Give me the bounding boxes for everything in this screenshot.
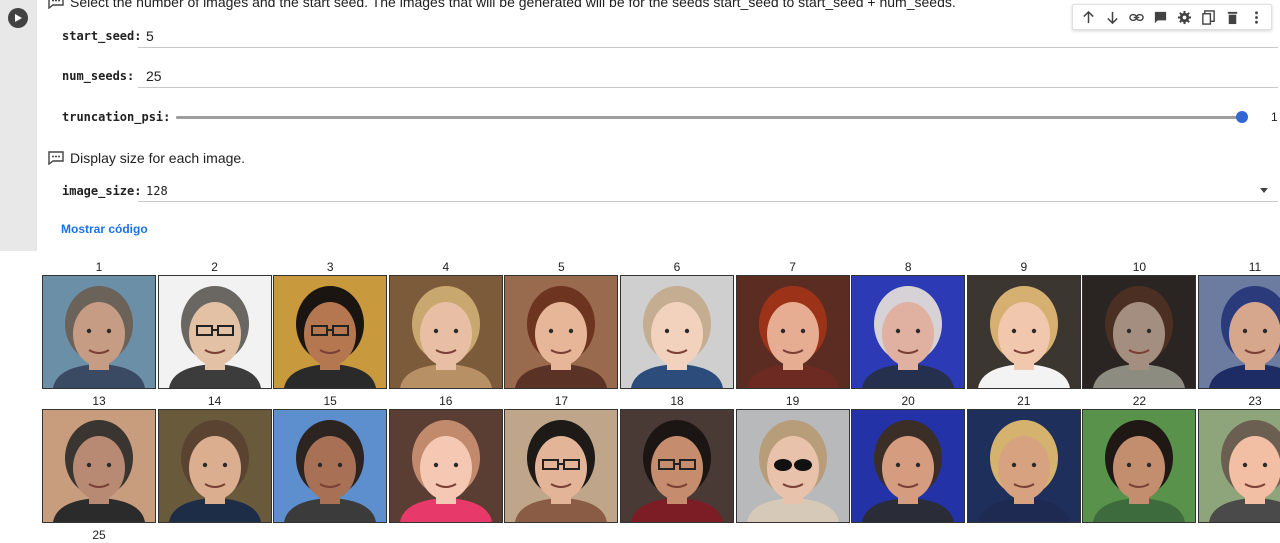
seed-label: 18 xyxy=(670,394,684,408)
seed-label: 15 xyxy=(323,394,337,408)
truncation-psi-slider[interactable] xyxy=(176,111,1248,123)
image-cell: 19 xyxy=(735,394,850,523)
seed-label: 8 xyxy=(904,260,912,274)
arrow-up-icon xyxy=(1082,10,1094,23)
generated-face-image xyxy=(157,275,272,389)
generated-face-image xyxy=(1082,409,1197,523)
generated-face-image xyxy=(735,275,850,389)
form-description-display: Display size for each image. xyxy=(48,150,245,166)
image-cell: 5 xyxy=(504,260,619,389)
seed-label: 23 xyxy=(1248,394,1262,408)
image-cell: 8 xyxy=(851,260,966,389)
image-cell: 13 xyxy=(42,394,156,523)
generated-face-image xyxy=(388,275,503,389)
generated-face-image xyxy=(157,409,272,523)
generated-face-image xyxy=(1198,409,1280,523)
generated-face-image xyxy=(388,409,503,523)
seed-label: 7 xyxy=(789,260,796,274)
generated-face-image xyxy=(620,275,734,389)
image-cell: 6 xyxy=(620,260,734,389)
generated-face-image xyxy=(1082,275,1197,389)
description-text: Select the number of images and the star… xyxy=(70,0,956,10)
delete-icon xyxy=(1227,11,1237,24)
seed-label: 3 xyxy=(326,260,334,274)
image-cell: 9 xyxy=(966,260,1081,389)
comment-icon xyxy=(48,151,64,165)
generated-face-image xyxy=(851,275,966,389)
image-size-select[interactable]: 128 xyxy=(138,180,1278,202)
mirror-cell-icon xyxy=(1201,9,1215,25)
display-description-text: Display size for each image. xyxy=(70,150,246,166)
generated-face-image xyxy=(966,275,1081,389)
num-seeds-label: num_seeds: xyxy=(62,69,135,83)
image-cell: 1 xyxy=(42,260,156,389)
start-seed-label: start_seed: xyxy=(62,29,142,43)
show-code-link[interactable]: Mostrar código xyxy=(61,222,148,236)
num-seeds-input[interactable]: 25 xyxy=(138,64,1278,88)
generated-face-image xyxy=(966,409,1081,523)
seed-label: 17 xyxy=(554,394,569,408)
seed-label: 5 xyxy=(558,260,565,274)
image-cell: 22 xyxy=(1082,394,1197,523)
generated-face-image xyxy=(504,409,619,523)
image-cell: 15 xyxy=(273,394,388,523)
image-cell: 2 xyxy=(157,260,272,389)
seed-label: 21 xyxy=(1017,394,1031,408)
truncation-psi-label: truncation_psi: xyxy=(62,110,171,124)
image-cell: 4 xyxy=(388,260,503,389)
seed-label: 16 xyxy=(439,394,453,408)
seed-label: 13 xyxy=(92,394,106,408)
image-size-value: 128 xyxy=(146,184,168,198)
run-cell-button[interactable] xyxy=(8,8,28,28)
seed-label: 14 xyxy=(207,394,222,408)
seed-label: 4 xyxy=(442,260,450,274)
image-cell: 20 xyxy=(851,394,966,523)
truncation-psi-value: 1 xyxy=(1271,110,1278,124)
image-cell: 3 xyxy=(273,260,388,389)
image-cell: 14 xyxy=(157,394,272,523)
cell-gutter xyxy=(0,0,37,251)
dropdown-caret-icon xyxy=(1260,188,1268,193)
seed-label: 9 xyxy=(1020,260,1028,274)
image-cell: 7 xyxy=(735,260,850,389)
generated-face-image xyxy=(735,409,850,523)
seed-label: 11 xyxy=(1248,260,1262,274)
more-icon xyxy=(1254,10,1258,24)
generated-face-image xyxy=(42,275,156,389)
image-cell: 17 xyxy=(504,394,619,523)
seed-label: 22 xyxy=(1132,394,1147,408)
generated-face-image xyxy=(273,409,388,523)
image-cell: 10 xyxy=(1082,260,1197,389)
comment-icon xyxy=(48,0,64,9)
image-size-label: image_size: xyxy=(62,184,142,198)
image-cell: 23 xyxy=(1198,394,1280,523)
form-description-seeds: Select the number of images and the star… xyxy=(48,0,956,10)
seed-label: 19 xyxy=(785,394,800,408)
image-cell: 11 xyxy=(1198,260,1280,389)
settings-icon xyxy=(1177,10,1191,24)
seed-label: 10 xyxy=(1132,260,1147,274)
start-seed-input[interactable]: 5 xyxy=(138,24,1278,48)
seed-label: 6 xyxy=(673,260,681,274)
seed-label: 2 xyxy=(211,260,218,274)
comment-icon xyxy=(1154,11,1166,23)
arrow-down-icon xyxy=(1106,11,1118,24)
image-cell: 25 xyxy=(42,528,156,543)
generated-face-image xyxy=(42,409,156,523)
link-icon xyxy=(1128,13,1144,21)
image-cell: 18 xyxy=(620,394,734,523)
generated-face-image xyxy=(273,275,388,389)
generated-face-image xyxy=(620,409,734,523)
slider-thumb[interactable] xyxy=(1236,111,1248,123)
play-icon xyxy=(15,14,22,22)
seed-label: 25 xyxy=(92,528,106,542)
generated-face-image xyxy=(1198,275,1280,389)
slider-fill xyxy=(176,116,1242,119)
seed-label: 1 xyxy=(95,260,103,274)
image-cell: 21 xyxy=(966,394,1081,523)
seed-label: 20 xyxy=(901,394,915,408)
generated-face-image xyxy=(504,275,619,389)
generated-face-image xyxy=(851,409,966,523)
image-cell: 16 xyxy=(388,394,503,523)
